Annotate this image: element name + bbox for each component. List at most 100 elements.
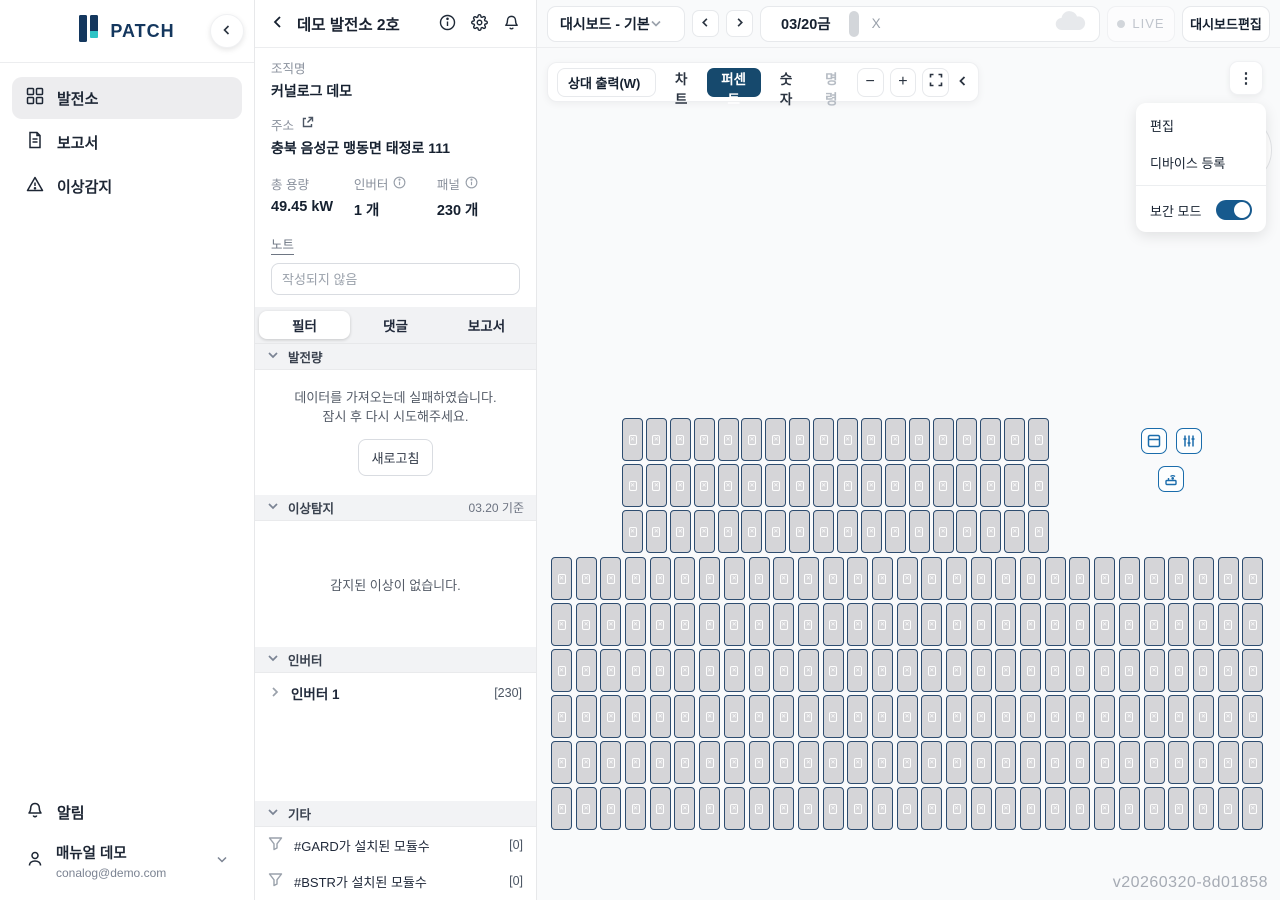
solar-panel[interactable]: ✕ <box>946 557 967 600</box>
solar-panel[interactable]: ✕ <box>674 557 695 600</box>
solar-panel[interactable]: ✕ <box>971 695 992 738</box>
live-button[interactable]: LIVE <box>1107 6 1175 42</box>
sidebar-item-reports[interactable]: 보고서 <box>12 121 242 163</box>
tab-comments[interactable]: 댓글 <box>350 311 441 339</box>
user-menu[interactable]: 매뉴얼 데모 conalog@demo.com <box>12 832 242 884</box>
solar-panel[interactable]: ✕ <box>1144 557 1165 600</box>
solar-panel[interactable]: ✕ <box>600 695 621 738</box>
solar-panel[interactable]: ✕ <box>670 464 691 507</box>
solar-panel[interactable]: ✕ <box>956 418 977 461</box>
sidebar-item-plants[interactable]: 발전소 <box>12 77 242 119</box>
solar-panel[interactable]: ✕ <box>1168 557 1189 600</box>
solar-panel[interactable]: ✕ <box>674 603 695 646</box>
solar-panel[interactable]: ✕ <box>1069 787 1090 830</box>
solar-panel[interactable]: ✕ <box>872 741 893 784</box>
solar-panel[interactable]: ✕ <box>837 510 858 553</box>
solar-panel[interactable]: ✕ <box>625 557 646 600</box>
solar-panel[interactable]: ✕ <box>551 787 572 830</box>
toolbar-collapse-button[interactable] <box>957 75 969 90</box>
solar-panel[interactable]: ✕ <box>861 418 882 461</box>
solar-panel[interactable]: ✕ <box>724 649 745 692</box>
solar-panel[interactable]: ✕ <box>551 695 572 738</box>
solar-panel[interactable]: ✕ <box>625 695 646 738</box>
time-scrubber-handle[interactable] <box>849 11 859 37</box>
solar-panel[interactable]: ✕ <box>741 510 762 553</box>
solar-panel[interactable]: ✕ <box>872 695 893 738</box>
solar-panel[interactable]: ✕ <box>1094 695 1115 738</box>
solar-panel[interactable]: ✕ <box>971 787 992 830</box>
solar-panel[interactable]: ✕ <box>995 603 1016 646</box>
note-input[interactable] <box>271 263 520 295</box>
solar-panel[interactable]: ✕ <box>576 695 597 738</box>
solar-panel[interactable]: ✕ <box>773 741 794 784</box>
solar-panel[interactable]: ✕ <box>741 418 762 461</box>
filter-row-gard[interactable]: #GARD가 설치된 모듈수 [0] <box>255 827 536 863</box>
solar-panel[interactable]: ✕ <box>650 603 671 646</box>
solar-panel[interactable]: ✕ <box>765 464 786 507</box>
solar-panel[interactable]: ✕ <box>1004 464 1025 507</box>
solar-panel[interactable]: ✕ <box>897 787 918 830</box>
solar-panel[interactable]: ✕ <box>694 464 715 507</box>
solar-panel[interactable]: ✕ <box>921 695 942 738</box>
inverter-row[interactable]: 인버터 1 [230] <box>255 673 536 713</box>
solar-panel[interactable]: ✕ <box>646 510 667 553</box>
solar-panel[interactable]: ✕ <box>956 464 977 507</box>
solar-panel[interactable]: ✕ <box>674 787 695 830</box>
notifications-button[interactable] <box>503 14 520 34</box>
inverter-icon[interactable] <box>1176 428 1202 454</box>
more-options-button[interactable]: ⋮ <box>1229 61 1263 95</box>
menu-item-edit[interactable]: 편집 <box>1136 107 1266 144</box>
sidebar-collapse-button[interactable] <box>210 14 244 48</box>
settings-button[interactable] <box>471 14 488 34</box>
solar-panel[interactable]: ✕ <box>576 787 597 830</box>
solar-panel[interactable]: ✕ <box>980 464 1001 507</box>
solar-panel[interactable]: ✕ <box>823 557 844 600</box>
solar-panel[interactable]: ✕ <box>946 649 967 692</box>
solar-panel[interactable]: ✕ <box>798 741 819 784</box>
date-timeline[interactable]: 03/20금 X <box>760 6 1100 42</box>
solar-panel[interactable]: ✕ <box>1218 603 1239 646</box>
solar-panel[interactable]: ✕ <box>1119 557 1140 600</box>
external-link-icon[interactable] <box>301 116 314 134</box>
solar-panel[interactable]: ✕ <box>1119 695 1140 738</box>
solar-panel[interactable]: ✕ <box>699 649 720 692</box>
solar-panel[interactable]: ✕ <box>861 464 882 507</box>
solar-panel[interactable]: ✕ <box>576 603 597 646</box>
solar-panel[interactable]: ✕ <box>773 787 794 830</box>
solar-panel[interactable]: ✕ <box>622 418 643 461</box>
sidebar-item-alerts[interactable]: 알림 <box>12 792 242 832</box>
solar-panel[interactable]: ✕ <box>724 695 745 738</box>
solar-panel[interactable]: ✕ <box>971 741 992 784</box>
solar-panel[interactable]: ✕ <box>872 603 893 646</box>
solar-panel[interactable]: ✕ <box>823 603 844 646</box>
mode-percent-button[interactable]: 퍼센트 <box>707 68 761 97</box>
solar-panel[interactable]: ✕ <box>551 557 572 600</box>
solar-panel[interactable]: ✕ <box>718 418 739 461</box>
mode-chart-button[interactable]: 차트 <box>662 68 701 97</box>
solar-panel[interactable]: ✕ <box>1020 603 1041 646</box>
solar-panel[interactable]: ✕ <box>650 787 671 830</box>
solar-panel[interactable]: ✕ <box>1004 510 1025 553</box>
refresh-button[interactable]: 새로고침 <box>358 439 434 476</box>
solar-panel[interactable]: ✕ <box>1028 464 1049 507</box>
solar-panel[interactable]: ✕ <box>847 695 868 738</box>
solar-panel[interactable]: ✕ <box>921 741 942 784</box>
solar-panel[interactable]: ✕ <box>798 603 819 646</box>
menu-item-register-device[interactable]: 디바이스 등록 <box>1136 144 1266 181</box>
solar-panel[interactable]: ✕ <box>897 649 918 692</box>
solar-panel[interactable]: ✕ <box>724 557 745 600</box>
solar-panel[interactable]: ✕ <box>921 603 942 646</box>
solar-panel[interactable]: ✕ <box>946 741 967 784</box>
solar-panel[interactable]: ✕ <box>1094 603 1115 646</box>
solar-panel[interactable]: ✕ <box>823 695 844 738</box>
solar-panel[interactable]: ✕ <box>1168 741 1189 784</box>
solar-panel[interactable]: ✕ <box>765 418 786 461</box>
fullscreen-button[interactable] <box>922 68 949 97</box>
solar-panel[interactable]: ✕ <box>1144 741 1165 784</box>
zoom-in-button[interactable]: + <box>890 68 917 97</box>
solar-panel[interactable]: ✕ <box>749 557 770 600</box>
solar-panel[interactable]: ✕ <box>789 418 810 461</box>
solar-panel[interactable]: ✕ <box>600 649 621 692</box>
solar-panel[interactable]: ✕ <box>773 695 794 738</box>
solar-panel[interactable]: ✕ <box>909 510 930 553</box>
